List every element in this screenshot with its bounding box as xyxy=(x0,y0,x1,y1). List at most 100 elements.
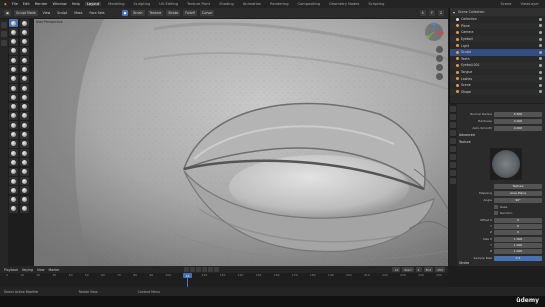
mode-selector[interactable]: Sculpt Mode xyxy=(14,10,38,16)
prev-keyframe-icon[interactable] xyxy=(189,267,195,272)
outliner-row[interactable]: Light xyxy=(450,42,545,49)
cloth-filter-tool[interactable] xyxy=(20,167,29,176)
workspace-tab-texture-paint[interactable]: Texture Paint xyxy=(185,2,212,6)
fill-tool[interactable] xyxy=(20,65,29,74)
menu-edit[interactable]: Edit xyxy=(23,2,30,6)
pinch-tool[interactable] xyxy=(9,84,18,93)
jump-end-icon[interactable] xyxy=(213,267,219,272)
normal-radius-field[interactable]: 0.500 xyxy=(494,111,542,117)
menu-window[interactable]: Window xyxy=(53,2,67,6)
current-frame-field[interactable]: 14 xyxy=(392,267,401,272)
lasso-mask-tool[interactable] xyxy=(20,149,29,158)
color-filter-tool[interactable] xyxy=(9,177,18,186)
outliner-row[interactable]: Teeth xyxy=(450,56,545,63)
clay-thumb-tool[interactable] xyxy=(9,37,18,46)
mask-tool[interactable] xyxy=(9,139,18,148)
timeline-menu-view[interactable]: View xyxy=(37,268,45,272)
random-checkbox[interactable] xyxy=(494,211,498,215)
cursor-dropdown[interactable]: Cursor xyxy=(199,10,215,16)
thumb-tool[interactable] xyxy=(9,102,18,111)
end-frame-field[interactable]: 250 xyxy=(435,267,445,272)
size-z-field[interactable]: 1.000 xyxy=(494,248,542,254)
scene-tab-icon[interactable] xyxy=(450,138,456,144)
texture-name-field[interactable]: Texture xyxy=(494,183,542,189)
slide-relax-tool[interactable] xyxy=(9,121,18,130)
advanced-section-header[interactable]: Advanced xyxy=(459,133,475,137)
smooth-tool[interactable] xyxy=(20,56,29,65)
flatten-tool[interactable] xyxy=(9,65,18,74)
elastic-deform-tool[interactable] xyxy=(9,93,18,102)
menu-help[interactable]: Help xyxy=(72,2,80,6)
play-icon[interactable] xyxy=(201,267,207,272)
outliner-row[interactable]: Plane xyxy=(450,22,545,30)
view-layer-tab-icon[interactable] xyxy=(450,130,456,136)
world-tab-icon[interactable] xyxy=(450,146,456,152)
outliner-row[interactable]: Tongue xyxy=(450,69,545,76)
visibility-eye-icon[interactable] xyxy=(539,70,542,74)
blob-tool[interactable] xyxy=(20,46,29,55)
visibility-eye-icon[interactable] xyxy=(539,24,542,28)
box-hide-tool[interactable] xyxy=(9,158,18,167)
pan-hand-icon[interactable] xyxy=(436,55,443,62)
camera-view-icon[interactable] xyxy=(436,64,443,71)
box-face-set-tool[interactable] xyxy=(20,158,29,167)
side-button[interactable] xyxy=(1,22,7,28)
visibility-eye-icon[interactable] xyxy=(539,37,542,41)
stroke-dropdown[interactable]: Stroke xyxy=(166,10,181,16)
symmetry-z-toggle[interactable]: Z xyxy=(437,10,444,16)
brush-thumbnail-button[interactable]: ● xyxy=(121,10,129,16)
tool-settings-tab-icon[interactable] xyxy=(450,106,456,112)
outliner-row-selected[interactable]: Sculpt xyxy=(450,48,545,56)
perspective-toggle-icon[interactable] xyxy=(436,73,443,80)
mapping-dropdown[interactable]: Area Plane xyxy=(494,190,542,196)
menu-render[interactable]: Render xyxy=(35,2,48,6)
side-button[interactable] xyxy=(1,40,7,46)
outliner-row[interactable]: Collection xyxy=(450,16,545,23)
size-y-field[interactable]: 1.000 xyxy=(494,242,542,248)
workspace-tab-rendering[interactable]: Rendering xyxy=(268,2,290,6)
timeline-menu-keying[interactable]: Keying xyxy=(22,268,33,272)
box-mask-tool[interactable] xyxy=(9,149,18,158)
scene-selector[interactable]: Scene xyxy=(498,2,513,6)
outliner-scene-collection[interactable]: Scene Collection xyxy=(458,10,485,14)
outliner-row[interactable]: Scene xyxy=(450,82,545,89)
offset-x-field[interactable]: 0 xyxy=(494,217,542,223)
playhead-line[interactable] xyxy=(187,278,188,287)
visibility-eye-icon[interactable] xyxy=(539,50,542,54)
symmetry-x-toggle[interactable]: X xyxy=(419,10,426,16)
transform-move-tool[interactable] xyxy=(20,186,29,195)
angle-field[interactable]: 90° xyxy=(494,197,542,203)
header-menu-mask[interactable]: Mask xyxy=(72,10,84,16)
inflate-tool[interactable] xyxy=(9,46,18,55)
outliner-row[interactable]: Eyeball.001 xyxy=(450,62,545,69)
edit-face-set-tool[interactable] xyxy=(20,177,29,186)
render-tab-icon[interactable] xyxy=(450,114,456,120)
workspace-tab-animation[interactable]: Animation xyxy=(241,2,263,6)
transform-rotate-tool[interactable] xyxy=(9,195,18,204)
texture-tab-icon[interactable] xyxy=(450,178,456,184)
header-menu-face-sets[interactable]: Face Sets xyxy=(87,10,106,16)
grab-tool[interactable] xyxy=(20,84,29,93)
workspace-tab-scripting[interactable]: Scripting xyxy=(366,2,386,6)
object-tab-icon[interactable] xyxy=(450,154,456,160)
visibility-eye-icon[interactable] xyxy=(539,44,542,48)
navigation-gizmo-icon[interactable] xyxy=(424,22,444,42)
simplify-tool[interactable] xyxy=(20,130,29,139)
play-reverse-icon[interactable] xyxy=(195,267,201,272)
hardness-field[interactable]: 0.000 xyxy=(494,118,542,124)
workspace-tab-layout[interactable]: Layout xyxy=(84,2,102,6)
start-frame-field[interactable]: 1 xyxy=(415,267,422,272)
workspace-tab-uv-editing[interactable]: UV Editing xyxy=(157,2,180,6)
visibility-eye-icon[interactable] xyxy=(539,83,542,87)
offset-z-field[interactable]: 0 xyxy=(494,229,542,235)
brush-dropdown[interactable]: Brush xyxy=(131,10,145,16)
outliner-row[interactable]: Lashes xyxy=(450,75,545,82)
draw-face-sets-tool[interactable] xyxy=(20,139,29,148)
viewlayer-selector[interactable]: ViewLayer xyxy=(518,2,541,6)
mesh-filter-tool[interactable] xyxy=(9,167,18,176)
outliner-row[interactable]: Eyeball xyxy=(450,35,545,43)
texture-preview[interactable] xyxy=(490,148,522,180)
blender-logo-icon[interactable]: ◆ xyxy=(4,2,7,6)
sample-bias-slider[interactable]: 0.5 xyxy=(494,255,542,261)
cloth-tool[interactable] xyxy=(9,130,18,139)
